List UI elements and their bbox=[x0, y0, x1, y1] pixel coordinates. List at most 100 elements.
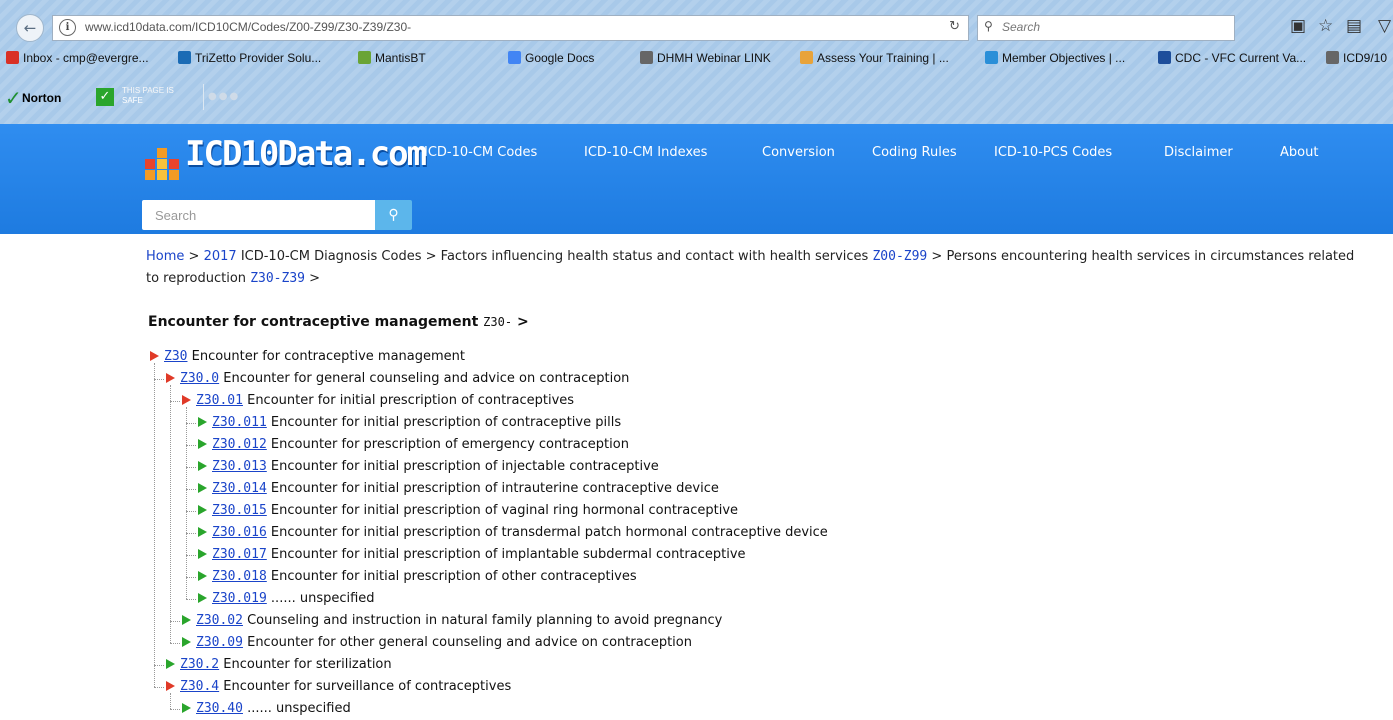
tree-row: Z30.014 Encounter for initial prescripti… bbox=[198, 478, 719, 500]
bookmark-item[interactable]: MantisBT bbox=[358, 51, 426, 65]
expand-arrow-icon[interactable] bbox=[182, 395, 191, 405]
tree-connector bbox=[154, 687, 164, 688]
bookmark-item[interactable]: Member Objectives | ... bbox=[985, 51, 1125, 65]
browser-search-input[interactable]: ⚲ Search bbox=[977, 15, 1235, 41]
norton-safe-status[interactable]: THIS PAGE IS SAFE bbox=[122, 86, 174, 106]
tree-row: Z30.018 Encounter for initial prescripti… bbox=[198, 566, 637, 588]
code-link[interactable]: Z30.40 bbox=[196, 701, 243, 716]
breadcrumb-sep: > bbox=[188, 249, 200, 264]
code-link[interactable]: Z30.02 bbox=[196, 613, 243, 628]
site-search-input[interactable]: Search bbox=[142, 200, 375, 230]
safe-check-icon[interactable]: ✓ bbox=[96, 88, 114, 106]
code-link[interactable]: Z30.01 bbox=[196, 393, 243, 408]
leaf-arrow-icon[interactable] bbox=[198, 505, 207, 515]
share-icon bbox=[985, 51, 998, 64]
leaf-arrow-icon[interactable] bbox=[198, 527, 207, 537]
leaf-arrow-icon[interactable] bbox=[198, 483, 207, 493]
more-dots-icon[interactable]: ●●● bbox=[208, 91, 240, 102]
bookmark-item[interactable]: CDC - VFC Current Va... bbox=[1158, 51, 1306, 65]
code-link[interactable]: Z30.014 bbox=[212, 481, 267, 496]
code-link[interactable]: Z30.015 bbox=[212, 503, 267, 518]
code-description: Counseling and instruction in natural fa… bbox=[242, 613, 723, 628]
breadcrumb-diag: ICD-10-CM Diagnosis Codes bbox=[240, 249, 422, 264]
breadcrumb-block-code[interactable]: Z30-Z39 bbox=[250, 271, 305, 286]
expand-arrow-icon[interactable] bbox=[150, 351, 159, 361]
pocket-icon[interactable]: ▽ bbox=[1378, 16, 1391, 36]
leaf-arrow-icon[interactable] bbox=[182, 615, 191, 625]
code-description: Encounter for initial prescription of tr… bbox=[266, 525, 828, 540]
bookmark-item[interactable]: Google Docs bbox=[508, 51, 594, 65]
globe-icon bbox=[640, 51, 653, 64]
norton-logo[interactable]: Norton bbox=[22, 91, 61, 105]
url-text[interactable]: www.icd10data.com/ICD10CM/Codes/Z00-Z99/… bbox=[85, 20, 411, 34]
code-link[interactable]: Z30.012 bbox=[212, 437, 267, 452]
tree-row: Z30.012 Encounter for prescription of em… bbox=[198, 434, 629, 456]
code-link[interactable]: Z30.0 bbox=[180, 371, 219, 386]
leaf-arrow-icon[interactable] bbox=[198, 593, 207, 603]
logo-blocks-icon bbox=[145, 148, 181, 180]
globe-icon bbox=[1326, 51, 1339, 64]
mantis-icon bbox=[358, 51, 371, 64]
code-description: Encounter for initial prescription of in… bbox=[266, 481, 719, 496]
code-link[interactable]: Z30 bbox=[164, 349, 187, 364]
tree-row: Z30.017 Encounter for initial prescripti… bbox=[198, 544, 746, 566]
nav-item-icd-10-cm-codes[interactable]: ICD-10-CM Codes bbox=[424, 145, 537, 160]
code-link[interactable]: Z30.018 bbox=[212, 569, 267, 584]
breadcrumb-year[interactable]: 2017 bbox=[204, 249, 237, 264]
breadcrumb-sep: > bbox=[931, 249, 943, 264]
bookmark-star-icon[interactable]: ☆ bbox=[1318, 16, 1333, 36]
code-description: ...... unspecified bbox=[242, 701, 351, 716]
leaf-arrow-icon[interactable] bbox=[198, 549, 207, 559]
nav-item-disclaimer[interactable]: Disclaimer bbox=[1164, 145, 1233, 160]
code-link[interactable]: Z30.4 bbox=[180, 679, 219, 694]
safe-status-line2: SAFE bbox=[122, 96, 143, 105]
code-link[interactable]: Z30.013 bbox=[212, 459, 267, 474]
reader-view-icon[interactable]: ▣ bbox=[1290, 16, 1306, 36]
leaf-arrow-icon[interactable] bbox=[198, 571, 207, 581]
site-search-button[interactable]: ⚲ bbox=[375, 200, 412, 230]
code-link[interactable]: Z30.016 bbox=[212, 525, 267, 540]
code-link[interactable]: Z30.019 bbox=[212, 591, 267, 606]
reload-icon[interactable]: ↻ bbox=[949, 19, 960, 34]
nav-item-icd-10-cm-indexes[interactable]: ICD-10-CM Indexes bbox=[584, 145, 707, 160]
browser-search-placeholder: Search bbox=[1002, 20, 1041, 34]
bookmark-item[interactable]: Inbox - cmp@evergre... bbox=[6, 51, 149, 65]
leaf-arrow-icon[interactable] bbox=[182, 703, 191, 713]
expand-arrow-icon[interactable] bbox=[166, 681, 175, 691]
tree-connector bbox=[186, 555, 196, 556]
breadcrumb-chapter-code[interactable]: Z00-Z99 bbox=[872, 249, 927, 264]
tree-connector bbox=[170, 401, 180, 402]
leaf-arrow-icon[interactable] bbox=[166, 659, 175, 669]
code-link[interactable]: Z30.2 bbox=[180, 657, 219, 672]
nav-item-about[interactable]: About bbox=[1280, 145, 1318, 160]
toolbar-divider bbox=[203, 84, 204, 110]
leaf-arrow-icon[interactable] bbox=[198, 461, 207, 471]
bookmark-item[interactable]: Assess Your Training | ... bbox=[800, 51, 949, 65]
tree-row: Z30.013 Encounter for initial prescripti… bbox=[198, 456, 659, 478]
bookmark-item[interactable]: ICD9/10 bbox=[1326, 51, 1387, 65]
code-link[interactable]: Z30.017 bbox=[212, 547, 267, 562]
breadcrumb-home[interactable]: Home bbox=[146, 249, 184, 264]
leaf-arrow-icon[interactable] bbox=[198, 417, 207, 427]
bookmark-item[interactable]: TriZetto Provider Solu... bbox=[178, 51, 321, 65]
bookmark-item[interactable]: DHMH Webinar LINK bbox=[640, 51, 771, 65]
address-bar[interactable]: i www.icd10data.com/ICD10CM/Codes/Z00-Z9… bbox=[52, 15, 969, 41]
back-arrow-icon[interactable]: ← bbox=[16, 14, 44, 42]
expand-arrow-icon[interactable] bbox=[166, 373, 175, 383]
nav-item-conversion[interactable]: Conversion bbox=[762, 145, 835, 160]
tree-row: Z30.016 Encounter for initial prescripti… bbox=[198, 522, 828, 544]
nav-item-icd-10-pcs-codes[interactable]: ICD-10-PCS Codes bbox=[994, 145, 1112, 160]
bookmarks-menu-icon[interactable]: ▤ bbox=[1346, 16, 1362, 36]
bookmark-label: DHMH Webinar LINK bbox=[657, 51, 771, 65]
breadcrumb-sep: > bbox=[425, 249, 437, 264]
code-link[interactable]: Z30.011 bbox=[212, 415, 267, 430]
leaf-arrow-icon[interactable] bbox=[182, 637, 191, 647]
browser-chrome: ← i www.icd10data.com/ICD10CM/Codes/Z00-… bbox=[0, 0, 1393, 124]
norton-check-icon: ✓ bbox=[5, 86, 22, 110]
nav-item-coding-rules[interactable]: Coding Rules bbox=[872, 145, 957, 160]
info-icon[interactable]: i bbox=[59, 19, 76, 36]
code-link[interactable]: Z30.09 bbox=[196, 635, 243, 650]
leaf-arrow-icon[interactable] bbox=[198, 439, 207, 449]
tree-connector bbox=[186, 467, 196, 468]
logo-text[interactable]: ICD10Data.com bbox=[185, 134, 427, 174]
